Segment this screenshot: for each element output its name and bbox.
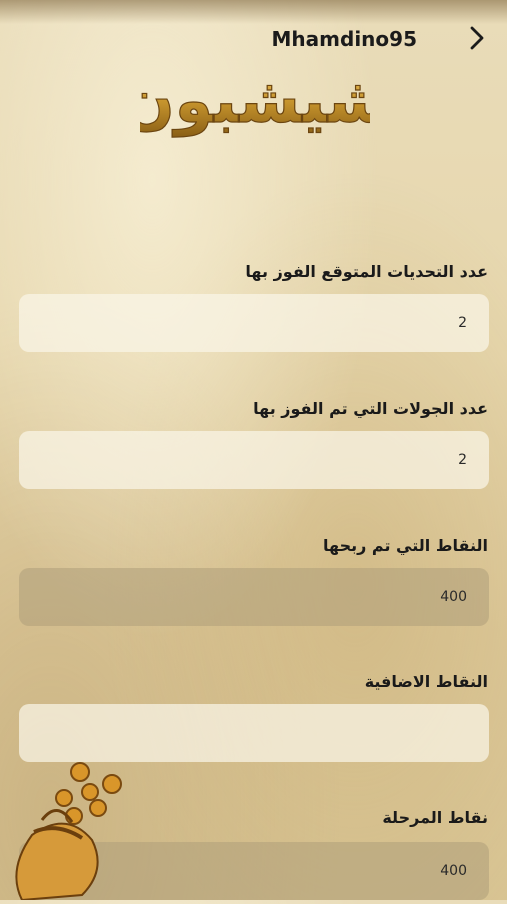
expected-challenges-input[interactable]: 2 [19, 294, 489, 352]
username: Mhamdino95 [271, 27, 417, 51]
bonus-points-input[interactable] [19, 704, 489, 762]
chevron-right-icon [470, 26, 484, 50]
coin-bag-icon [12, 760, 132, 902]
field-label-stage-points: نقاط المرحلة [382, 808, 488, 827]
rounds-won-input[interactable]: 2 [19, 431, 489, 489]
logo-text: شيشبون [140, 64, 370, 137]
rounds-won-value: 2 [458, 452, 467, 468]
field-label-bonus-points: النقاط الاضافية [364, 672, 488, 691]
points-earned-field: 400 [19, 568, 489, 626]
field-label-expected-challenges: عدد التحديات المتوقع الفوز بها [245, 262, 488, 281]
app-logo: شيشبون [121, 52, 389, 147]
stage-points-value: 400 [440, 863, 467, 879]
field-label-points-earned: النقاط التي تم ربحها [323, 536, 488, 555]
points-earned-value: 400 [440, 589, 467, 605]
expected-challenges-value: 2 [458, 315, 467, 331]
paper-edge [0, 0, 507, 24]
back-button[interactable] [463, 24, 491, 52]
field-label-rounds-won: عدد الجولات التي تم الفوز بها [253, 399, 488, 418]
